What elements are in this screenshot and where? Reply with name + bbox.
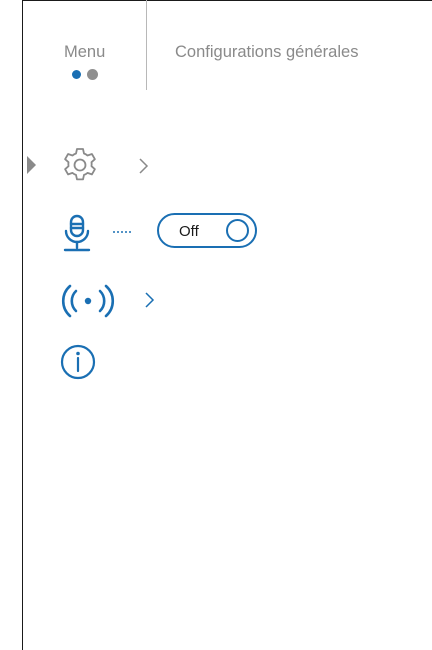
tab-divider — [146, 0, 147, 90]
chevron-right-icon — [137, 157, 149, 180]
frame-top-border — [22, 0, 432, 1]
microphone-toggle[interactable]: Off — [157, 213, 257, 248]
toggle-state-label: Off — [179, 223, 199, 240]
wireless-signal-icon[interactable] — [60, 283, 116, 324]
info-icon[interactable] — [60, 344, 96, 385]
toggle-knob — [226, 219, 249, 242]
frame-left-border — [22, 0, 23, 650]
selection-pointer-icon — [27, 156, 36, 174]
tab-menu-label: Menu — [64, 43, 106, 61]
microphone-icon[interactable] — [60, 213, 96, 258]
gear-icon[interactable] — [60, 145, 100, 190]
tab-menu[interactable]: Menu — [64, 43, 134, 62]
pagination-dot-active — [72, 70, 81, 79]
chevron-right-icon — [143, 291, 155, 314]
pagination-dot-inactive — [87, 69, 98, 80]
tab-general-settings[interactable]: Configurations générales — [175, 43, 358, 62]
leader-dots — [112, 231, 132, 233]
